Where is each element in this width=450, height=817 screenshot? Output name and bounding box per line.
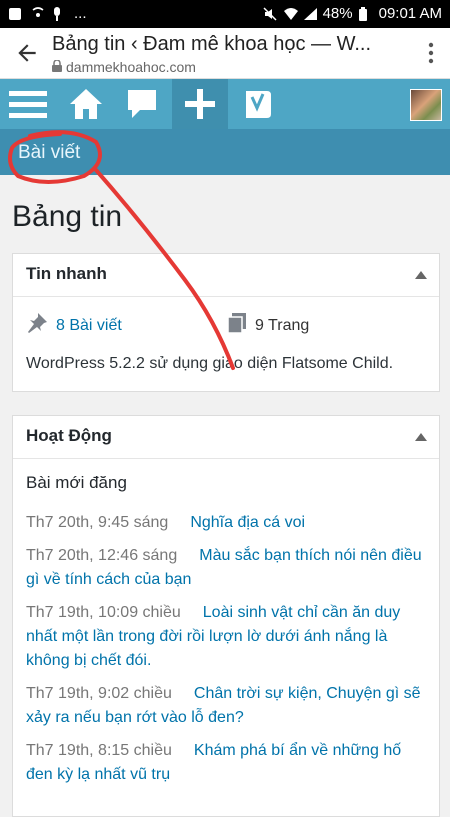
status-right: 48% 09:01 AM (263, 5, 442, 22)
wifi-icon (283, 7, 298, 21)
pushpin-icon (26, 312, 48, 339)
post-date: Th7 19th, 9:02 chiều (26, 685, 172, 702)
posts-link[interactable]: 8 Bài viết (56, 317, 122, 335)
comments-icon[interactable] (114, 79, 170, 129)
list-item: Th7 19th, 9:02 chiều Chân trời sự kiện, C… (26, 682, 426, 730)
status-bar: ... 48% 09:01 AM (0, 0, 450, 28)
post-date: Th7 20th, 12:46 sáng (26, 547, 178, 564)
collapse-toggle-icon[interactable] (415, 433, 427, 441)
post-link[interactable]: Nghĩa địa cá voi (190, 514, 305, 531)
yoast-icon[interactable] (230, 79, 286, 129)
lock-screen-icon (52, 6, 66, 21)
recent-posts-heading: Bài mới đăng (26, 473, 127, 492)
post-date: Th7 19th, 8:15 chiều (26, 742, 172, 759)
widget-title: Hoạt Động (26, 426, 112, 445)
at-a-glance-widget: Tin nhanh 8 Bài viết 9 Trang WordPress 5… (12, 253, 440, 392)
browser-toolbar: Bảng tin ‹ Đam mê khoa học — W... dammek… (0, 28, 450, 79)
battery-text: 48% (322, 5, 353, 22)
list-item: Th7 20th, 9:45 sáng Nghĩa địa cá voi (26, 511, 426, 535)
browser-page-title: Bảng tin ‹ Đam mê khoa học — W... (52, 33, 372, 55)
back-arrow-icon[interactable] (14, 40, 40, 66)
pages-icon (227, 312, 247, 339)
activity-widget: Hoạt Động Bài mới đăng Th7 20th, 9:45 sá… (12, 415, 440, 817)
list-item: Th7 20th, 12:46 sáng Màu sắc bạn thích nó… (26, 544, 426, 592)
submenu-posts-link[interactable]: Bài viết (18, 142, 80, 164)
mute-icon (263, 6, 277, 21)
pages-link[interactable]: 9 Trang (255, 317, 309, 335)
list-item: Th7 19th, 8:15 chiều Khám phá bí ẩn về nh… (26, 739, 426, 787)
post-date: Th7 20th, 9:45 sáng (26, 514, 169, 531)
recent-posts-list: Th7 20th, 9:45 sáng Nghĩa địa cá voi Th7 … (26, 511, 426, 796)
status-dots: ... (74, 5, 87, 22)
list-item: Th7 19th, 10:09 chiều Loài sinh vật chỉ c… (26, 601, 426, 673)
admin-bar (0, 79, 450, 129)
signal-icon (303, 7, 317, 21)
more-options-icon[interactable] (428, 42, 434, 64)
lock-icon (52, 59, 62, 75)
add-new-icon[interactable] (172, 79, 228, 129)
menu-toggle-icon[interactable] (0, 79, 56, 129)
widget-title: Tin nhanh (26, 264, 107, 283)
status-left: ... (8, 5, 87, 22)
notification-icon (8, 7, 22, 21)
home-icon[interactable] (58, 79, 114, 129)
url-text: dammekhoahoc.com (66, 59, 196, 75)
clock: 09:01 AM (378, 5, 442, 22)
wp-version-text: WordPress 5.2.2 sử dụng giao diện Flatso… (26, 355, 394, 372)
collapse-toggle-icon[interactable] (415, 271, 427, 279)
browser-url[interactable]: dammekhoahoc.com (52, 59, 196, 75)
post-date: Th7 19th, 10:09 chiều (26, 604, 181, 621)
posts-count[interactable]: 8 Bài viết (26, 312, 122, 339)
widget-header[interactable]: Tin nhanh (13, 254, 439, 297)
battery-icon (358, 6, 373, 21)
submenu-bar: Bài viết (0, 129, 450, 175)
pages-count[interactable]: 9 Trang (227, 312, 309, 339)
page-title: Bảng tin (12, 200, 123, 233)
widget-header[interactable]: Hoạt Động (13, 416, 439, 459)
user-avatar[interactable] (410, 89, 442, 121)
wifi-tether-icon (30, 6, 44, 21)
